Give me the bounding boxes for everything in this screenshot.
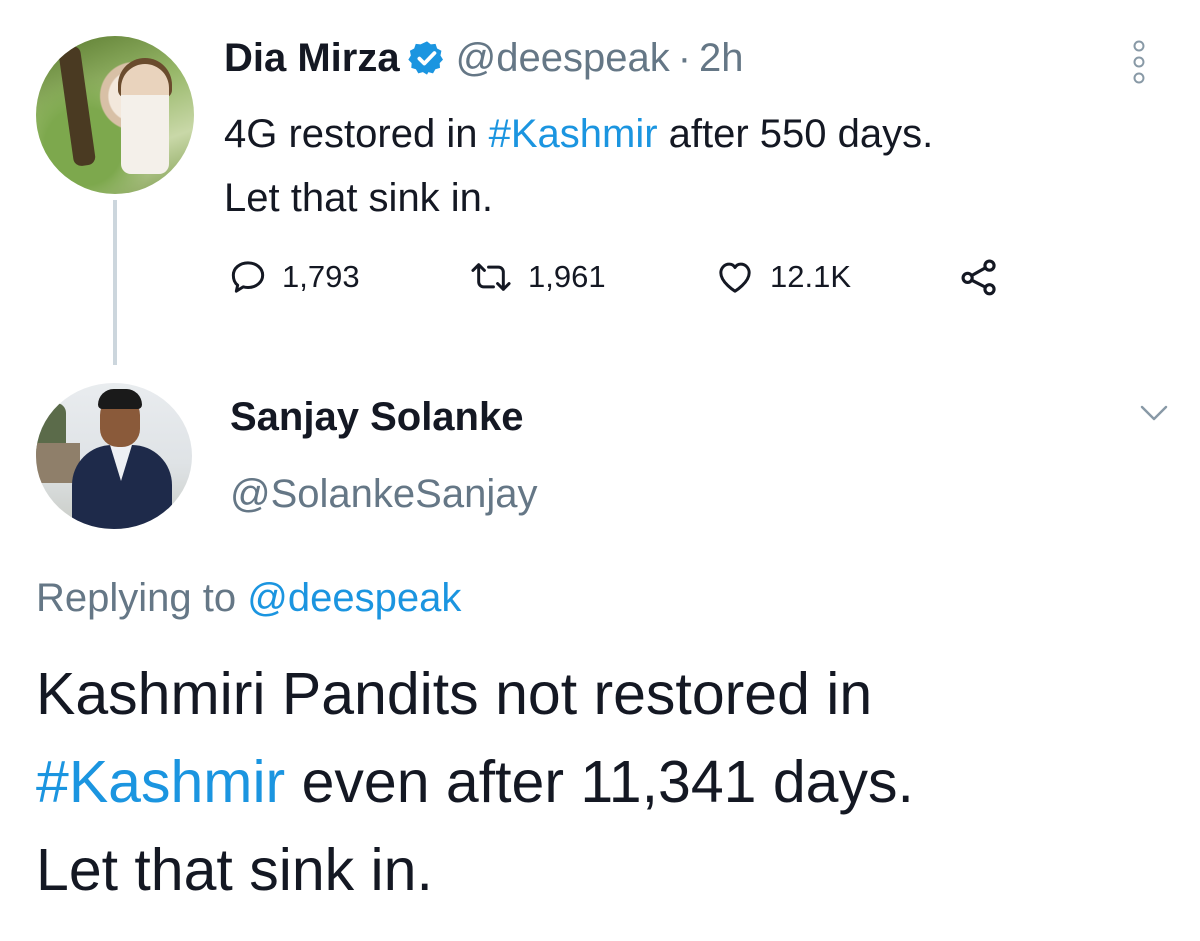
parent-text-after-tag: after 550 days. — [657, 112, 934, 156]
retweet-icon — [471, 263, 511, 291]
reply-handle[interactable]: @SolankeSanjay — [230, 466, 537, 522]
reply-text-line3: Let that sink in. — [36, 837, 433, 903]
share-button[interactable] — [958, 252, 1014, 302]
reply-text-after-tag: even after 11,341 days. — [285, 749, 914, 815]
parent-text-line2: Let that sink in. — [224, 176, 494, 220]
parent-handle[interactable]: @deespeak — [456, 30, 670, 86]
avatar-dia-mirza[interactable] — [36, 36, 194, 194]
avatar-sanjay-solanke[interactable] — [36, 383, 192, 529]
avatar-photo-figure — [121, 64, 169, 174]
hashtag-kashmir-link[interactable]: #Kashmir — [489, 112, 658, 156]
replying-to-handle-link[interactable]: @deespeak — [247, 576, 461, 620]
parent-timestamp[interactable]: 2h — [699, 30, 744, 86]
reply-button[interactable]: 1,793 — [228, 252, 360, 302]
like-button[interactable]: 12.1K — [714, 252, 851, 302]
replying-to-line: Replying to @deespeak — [36, 570, 461, 626]
parent-tweet-header: Dia Mirza @deespeak · 2h — [224, 30, 744, 86]
like-count: 12.1K — [770, 259, 852, 294]
reply-tweet-text: Kashmiri Pandits not restored in #Kashmi… — [36, 650, 1176, 914]
more-options-icon[interactable] — [1132, 40, 1146, 84]
share-icon — [961, 259, 996, 296]
reply-count: 1,793 — [282, 259, 360, 294]
retweet-count: 1,961 — [528, 259, 606, 294]
parent-display-name[interactable]: Dia Mirza — [224, 30, 400, 86]
retweet-button[interactable]: 1,961 — [468, 252, 606, 302]
chevron-down-icon[interactable] — [1139, 402, 1169, 424]
reply-display-name[interactable]: Sanjay Solanke — [230, 389, 523, 445]
verified-badge-icon — [407, 41, 443, 75]
parent-tweet-text: 4G restored in #Kashmir after 550 days. … — [224, 102, 1154, 230]
reply-hashtag-kashmir-link[interactable]: #Kashmir — [36, 749, 285, 815]
like-icon — [719, 262, 751, 293]
reply-icon — [231, 261, 265, 293]
avatar-photo-hair — [98, 389, 142, 409]
parent-text-before-tag: 4G restored in — [224, 112, 489, 156]
thread-connector-line — [113, 200, 117, 365]
reply-text-line1: Kashmiri Pandits not restored in — [36, 661, 873, 727]
parent-separator: · — [677, 36, 692, 80]
replying-to-label: Replying to — [36, 576, 237, 620]
parent-action-bar: 1,793 1,961 12.1K — [228, 252, 1028, 302]
avatar-photo-tree — [57, 45, 97, 167]
